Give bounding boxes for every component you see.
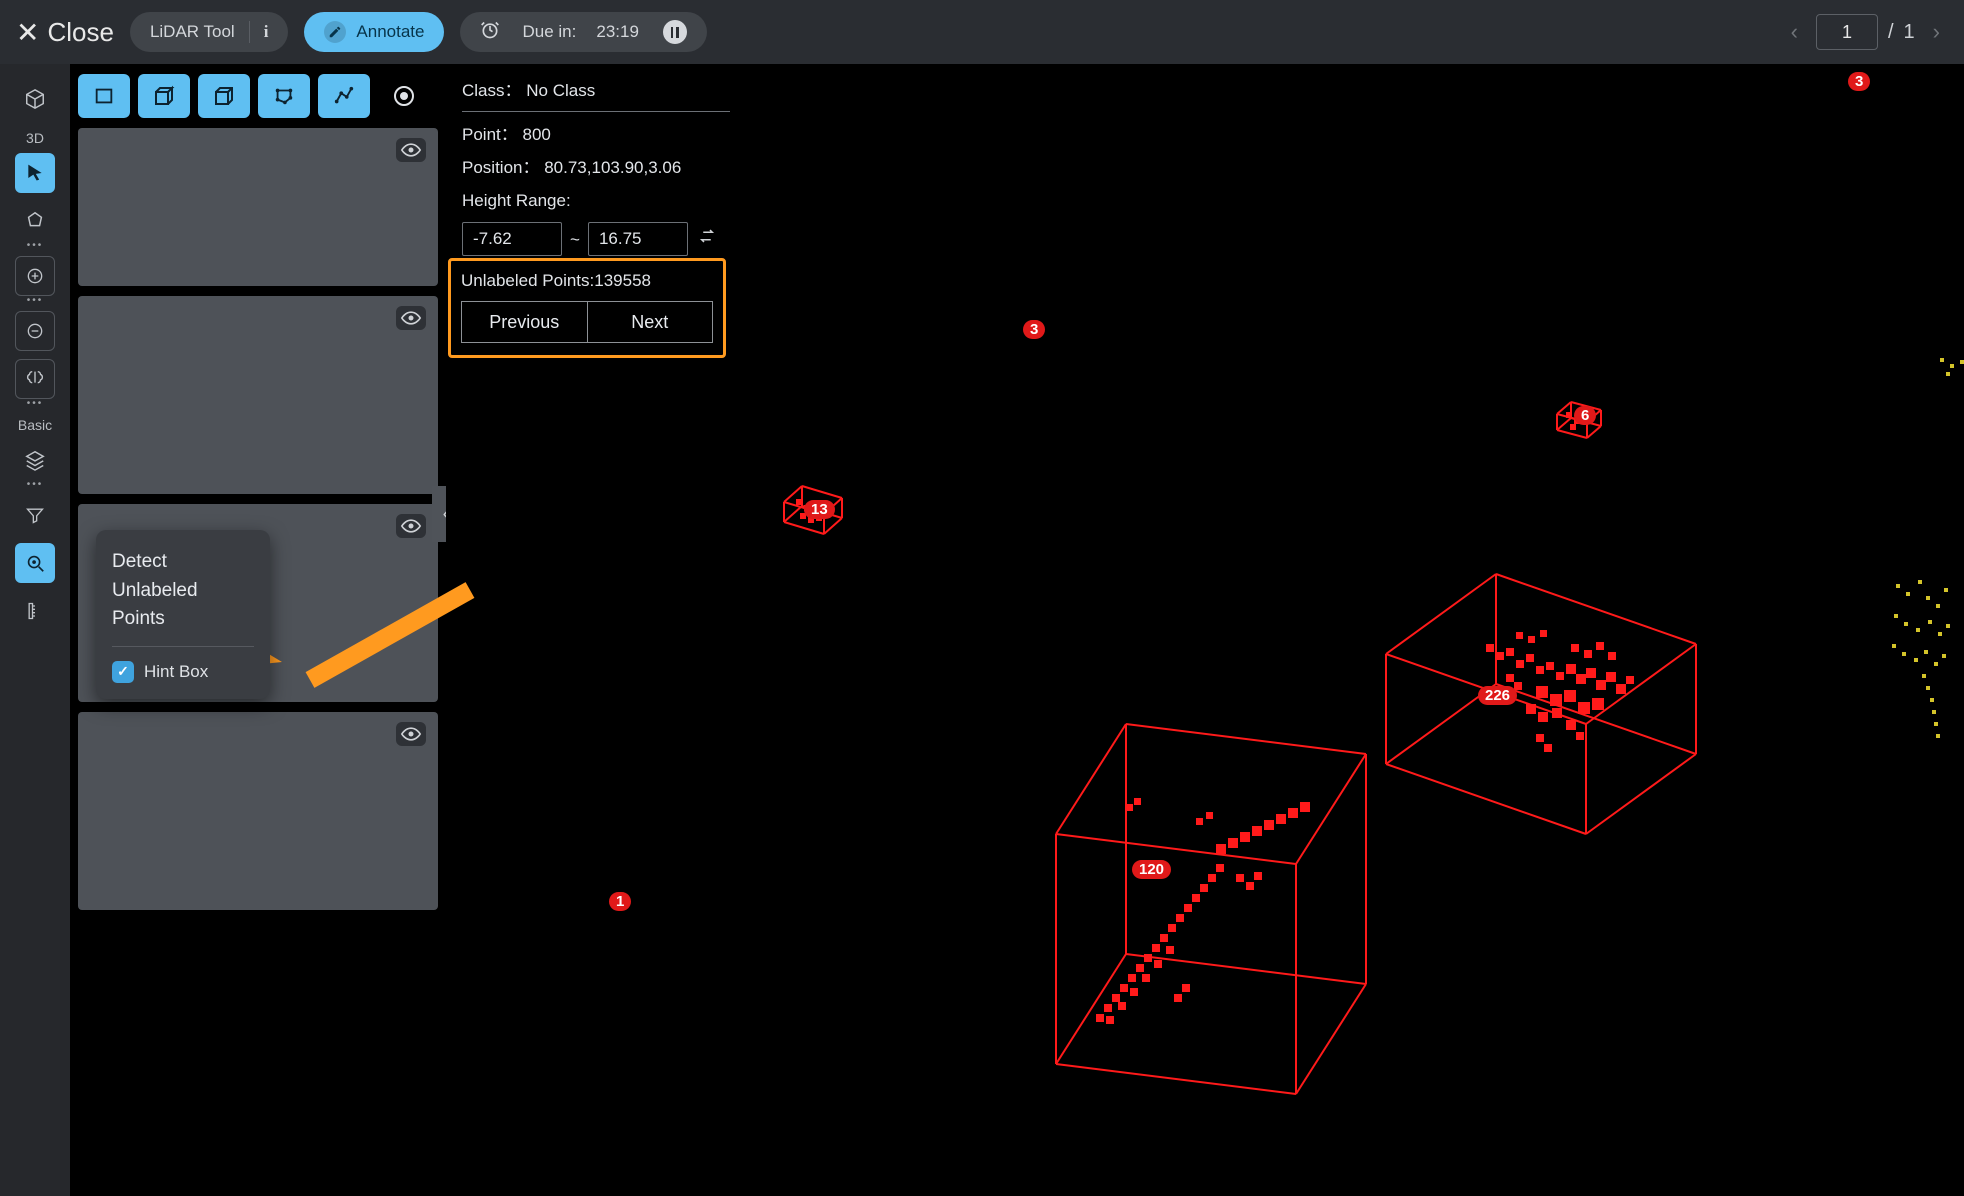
detect-unlabeled-tool[interactable] bbox=[15, 543, 55, 583]
badge-6: 6 bbox=[1574, 406, 1596, 425]
tool-name-pill[interactable]: LiDAR Tool i bbox=[130, 12, 288, 52]
filter-tool[interactable] bbox=[15, 495, 55, 535]
height-min-input[interactable] bbox=[462, 222, 562, 256]
badge-3-top: 3 bbox=[1848, 72, 1870, 91]
height-range-row: ~ bbox=[462, 222, 730, 257]
rail-more-1[interactable]: ••• bbox=[27, 240, 44, 251]
tooltip-divider bbox=[112, 646, 254, 647]
point-value: 800 bbox=[522, 125, 550, 144]
pointer-tool[interactable] bbox=[15, 153, 55, 193]
class-value: No Class bbox=[526, 81, 595, 100]
badge-13: 13 bbox=[804, 500, 835, 519]
due-time: 23:19 bbox=[596, 22, 639, 42]
pill-divider bbox=[249, 21, 250, 43]
tool-name-label: LiDAR Tool bbox=[150, 22, 235, 42]
point-label: Point： bbox=[462, 125, 518, 144]
visibility-toggle-3[interactable] bbox=[396, 514, 426, 538]
pencil-icon bbox=[324, 21, 346, 43]
height-max-input[interactable] bbox=[588, 222, 688, 256]
frame-input[interactable] bbox=[1816, 14, 1878, 50]
add-target-tool[interactable] bbox=[15, 256, 55, 296]
cube-3d-tool[interactable] bbox=[138, 74, 190, 118]
height-range-label: Height Range: bbox=[462, 191, 571, 210]
rail-more-4[interactable]: ••• bbox=[27, 479, 44, 490]
bbox-120 bbox=[976, 714, 1396, 1114]
rail-more-3[interactable]: ••• bbox=[27, 398, 44, 409]
prev-frame-button[interactable]: ‹ bbox=[1783, 15, 1806, 49]
annotate-label: Annotate bbox=[356, 22, 424, 42]
position-value: 80.73,103.90,3.06 bbox=[544, 158, 681, 177]
unlabeled-points-label: Unlabeled Points:139558 bbox=[461, 271, 713, 291]
layers-tool[interactable] bbox=[15, 440, 55, 480]
pager-total: 1 bbox=[1904, 21, 1915, 44]
class-label: Class： bbox=[462, 81, 522, 100]
polygon-tool[interactable] bbox=[15, 201, 55, 241]
badge-3-mid: 3 bbox=[1023, 320, 1045, 339]
close-label: Close bbox=[47, 17, 113, 48]
thumbnail-1[interactable] bbox=[78, 128, 438, 286]
frame-pager: ‹ / 1 › bbox=[1783, 14, 1948, 50]
unlabeled-points-panel: Unlabeled Points:139558 Previous Next bbox=[448, 258, 726, 358]
visibility-toggle-2[interactable] bbox=[396, 306, 426, 330]
rail-more-2[interactable]: ••• bbox=[27, 295, 44, 306]
due-pill: Due in: 23:19 bbox=[460, 12, 706, 52]
cube-solid-tool[interactable] bbox=[198, 74, 250, 118]
rail-label-basic: Basic bbox=[18, 417, 52, 433]
bbox-226 bbox=[1356, 564, 1716, 864]
badge-120: 120 bbox=[1132, 860, 1171, 879]
yellow-points-cluster bbox=[1886, 574, 1964, 774]
next-button[interactable]: Next bbox=[587, 301, 714, 343]
due-label: Due in: bbox=[522, 22, 576, 42]
polyline-tool[interactable] bbox=[318, 74, 370, 118]
info-panel: Class： No Class Point： 800 Position： 80.… bbox=[462, 74, 730, 257]
next-frame-button[interactable]: › bbox=[1925, 15, 1948, 49]
range-tilde: ~ bbox=[570, 223, 580, 256]
shape-tool-row bbox=[78, 74, 438, 118]
record-tool[interactable] bbox=[378, 74, 430, 118]
top-bar: ✕ Close LiDAR Tool i Annotate Due in: 23… bbox=[0, 0, 1964, 64]
visibility-toggle-1[interactable] bbox=[396, 138, 426, 162]
yellow-points-small bbox=[1936, 354, 1964, 384]
remove-target-tool[interactable] bbox=[15, 311, 55, 351]
thumbnail-4[interactable] bbox=[78, 712, 438, 910]
position-label: Position： bbox=[462, 158, 539, 177]
badge-226: 226 bbox=[1478, 686, 1517, 705]
bbox-226-points bbox=[1426, 604, 1686, 804]
info-divider bbox=[462, 111, 730, 112]
info-icon[interactable]: i bbox=[264, 22, 269, 42]
app-root: ✕ Close LiDAR Tool i Annotate Due in: 23… bbox=[0, 0, 1964, 1196]
alarm-icon bbox=[480, 20, 500, 45]
cube-outline-icon[interactable] bbox=[15, 79, 55, 119]
detect-unlabeled-tooltip: Detect Unlabeled Points ✓ Hint Box bbox=[96, 530, 270, 699]
brain-tool[interactable] bbox=[15, 359, 55, 399]
annotate-button[interactable]: Annotate bbox=[304, 12, 444, 52]
ruler-tool[interactable] bbox=[15, 591, 55, 631]
workspace: 3D ••• ••• ••• Basic ••• bbox=[0, 64, 1964, 1196]
tooltip-title: Detect Unlabeled Points bbox=[112, 548, 254, 634]
close-icon: ✕ bbox=[16, 16, 39, 49]
rect-2d-tool[interactable] bbox=[78, 74, 130, 118]
pager-sep: / bbox=[1888, 21, 1894, 44]
left-toolbar: 3D ••• ••• ••• Basic ••• bbox=[0, 64, 70, 1196]
previous-button[interactable]: Previous bbox=[461, 301, 587, 343]
thumbnail-2[interactable] bbox=[78, 296, 438, 494]
polygon-shape-tool[interactable] bbox=[258, 74, 310, 118]
hint-box-label: Hint Box bbox=[144, 662, 208, 682]
badge-1: 1 bbox=[609, 892, 631, 911]
swap-range-button[interactable] bbox=[698, 222, 716, 257]
pause-button[interactable] bbox=[663, 20, 687, 44]
hint-box-option[interactable]: ✓ Hint Box bbox=[112, 661, 254, 683]
close-button[interactable]: ✕ Close bbox=[16, 16, 114, 49]
bbox-120-points bbox=[1066, 764, 1366, 1064]
rail-label-3d: 3D bbox=[26, 130, 44, 146]
point-cloud-canvas[interactable]: Class： No Class Point： 800 Position： 80.… bbox=[446, 64, 1964, 1196]
visibility-toggle-4[interactable] bbox=[396, 722, 426, 746]
hint-box-checkbox[interactable]: ✓ bbox=[112, 661, 134, 683]
